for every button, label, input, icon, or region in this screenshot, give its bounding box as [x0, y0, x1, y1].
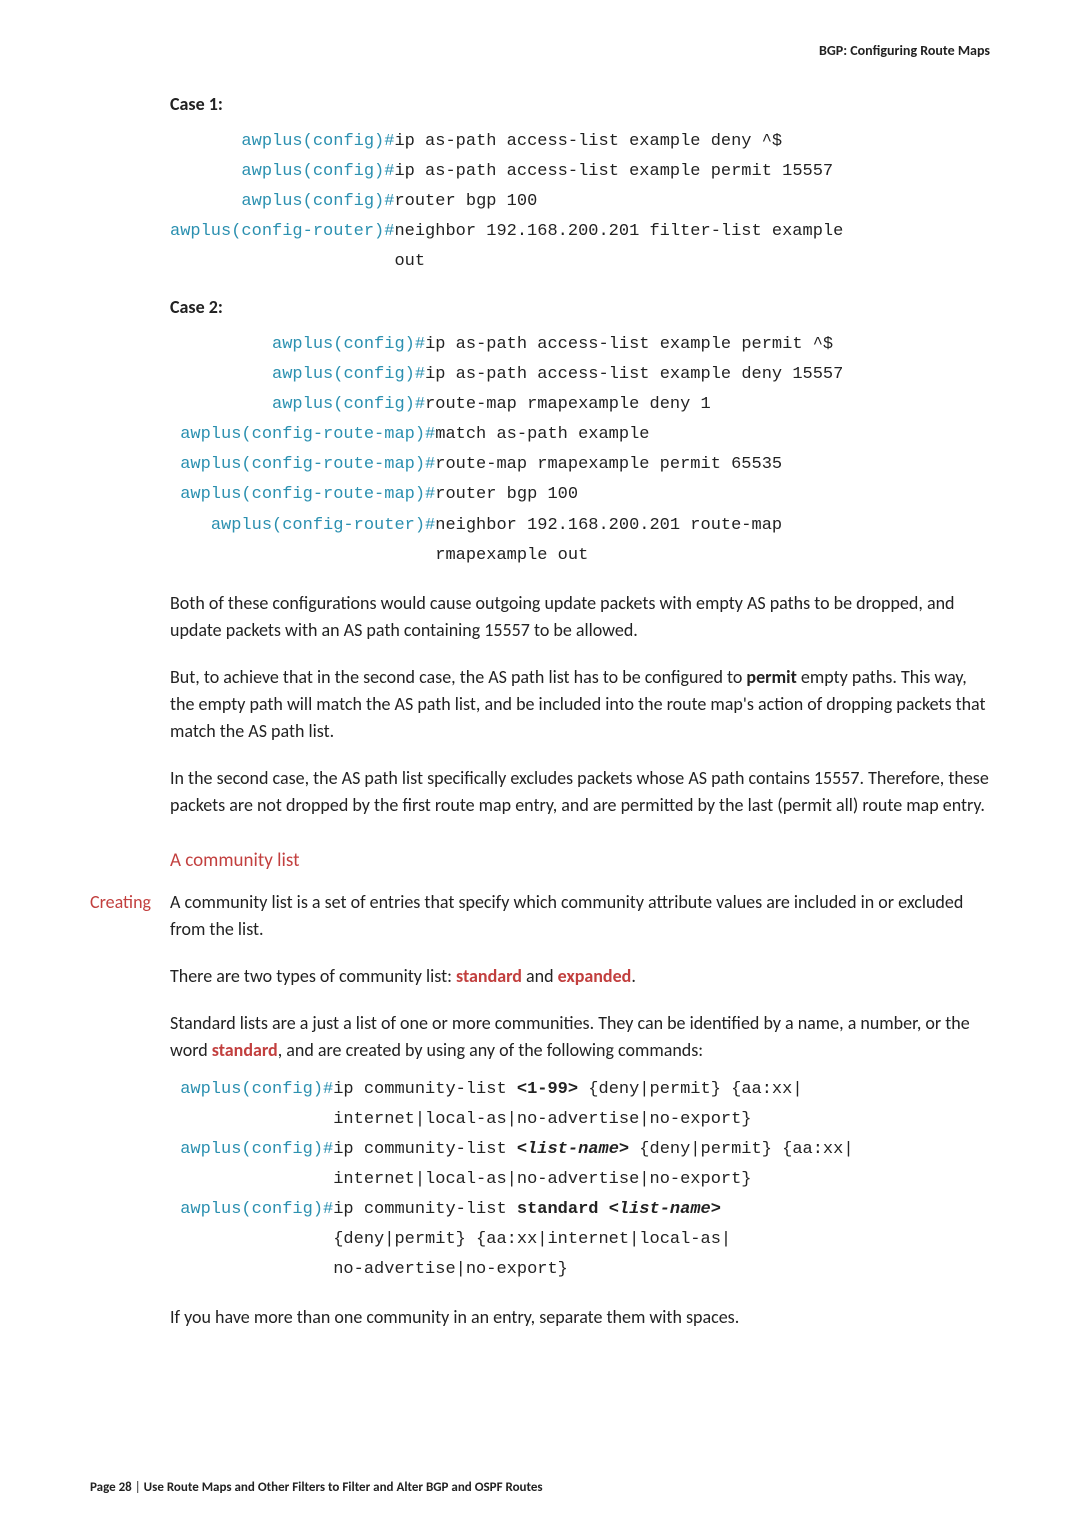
cmd-text: out: [394, 252, 425, 271]
cmd-keyword: standard: [517, 1200, 599, 1219]
body-paragraph: Both of these configurations would cause…: [170, 590, 990, 644]
cmd-text: no-advertise|no-export}: [333, 1260, 568, 1279]
cmd-text: {deny|permit} {aa:xx|: [578, 1080, 802, 1099]
prompt: awplus(config)#: [180, 1200, 333, 1219]
text: and: [522, 965, 558, 987]
cmd-text: internet|local-as|no-advertise|no-export…: [333, 1170, 751, 1189]
prompt: awplus(config-router)#: [170, 222, 394, 241]
case1-heading: Case 1:: [170, 91, 990, 118]
prompt: awplus(config-route-map)#: [180, 455, 435, 474]
margin-label-creating: Creating: [90, 889, 151, 916]
case2-block: awplus(config)#ip as-path access-list ex…: [170, 331, 990, 569]
prompt: awplus(config)#: [180, 1080, 333, 1099]
page-footer: Page 28 | Use Route Maps and Other Filte…: [90, 1478, 543, 1498]
cmd-text: rmapexample out: [435, 546, 588, 565]
cmd-text: router bgp 100: [394, 192, 537, 211]
prompt: awplus(config)#: [272, 395, 425, 414]
cmd-text: neighbor 192.168.200.201 filter-list exa…: [394, 222, 843, 241]
text: There are two types of community list:: [170, 965, 456, 987]
cmd-text: router bgp 100: [435, 485, 578, 504]
cmd-text: ip community-list: [333, 1140, 517, 1159]
page-number: 28: [119, 1480, 132, 1495]
keyword-standard: standard: [212, 1039, 278, 1061]
prompt: awplus(config-route-map)#: [180, 485, 435, 504]
footer-title: Use Route Maps and Other Filters to Filt…: [144, 1480, 543, 1495]
body-paragraph: There are two types of community list: s…: [170, 963, 990, 990]
footer-sep: |: [132, 1480, 144, 1495]
cmd-text: {deny|permit} {aa:xx|: [629, 1140, 853, 1159]
cmd-arg: <list-name>: [609, 1200, 721, 1219]
page-label: Page: [90, 1480, 119, 1495]
case1-block: awplus(config)#ip as-path access-list ex…: [170, 128, 990, 276]
prompt: awplus(config)#: [241, 132, 394, 151]
cmd-text: neighbor 192.168.200.201 route-map: [435, 516, 782, 535]
keyword-expanded: expanded: [558, 965, 632, 987]
commands-block: awplus(config)#ip community-list <1-99> …: [170, 1076, 990, 1284]
prompt: awplus(config)#: [241, 162, 394, 181]
prompt: awplus(config)#: [180, 1140, 333, 1159]
text: .: [631, 965, 636, 987]
cmd-text: internet|local-as|no-advertise|no-export…: [333, 1110, 751, 1129]
prompt: awplus(config)#: [241, 192, 394, 211]
keyword-standard: standard: [456, 965, 522, 987]
body-paragraph: Standard lists are a just a list of one …: [170, 1010, 990, 1064]
prompt: awplus(config-router)#: [211, 516, 435, 535]
cmd-text: ip as-path access-list example permit ^$: [425, 335, 833, 354]
cmd-text: ip as-path access-list example deny 1555…: [425, 365, 843, 384]
cmd-text: ip community-list: [333, 1080, 517, 1099]
text: , and are created by using any of the fo…: [278, 1039, 703, 1061]
cmd-text: ip as-path access-list example deny ^$: [394, 132, 782, 151]
prompt: awplus(config)#: [272, 335, 425, 354]
cmd-text: ip as-path access-list example permit 15…: [394, 162, 833, 181]
bold-text: permit: [746, 666, 796, 688]
case2-heading: Case 2:: [170, 294, 990, 321]
cmd-text: ip community-list: [333, 1200, 517, 1219]
body-paragraph: If you have more than one community in a…: [170, 1304, 990, 1331]
section-heading: A community list: [170, 847, 990, 876]
cmd-text: route-map rmapexample permit 65535: [435, 455, 782, 474]
cmd-text: route-map rmapexample deny 1: [425, 395, 711, 414]
cmd-text: match as-path example: [435, 425, 649, 444]
body-paragraph: But, to achieve that in the second case,…: [170, 664, 990, 745]
cmd-text: [599, 1200, 609, 1219]
cmd-arg: <1-99>: [517, 1080, 578, 1099]
prompt: awplus(config-route-map)#: [180, 425, 435, 444]
text: But, to achieve that in the second case,…: [170, 666, 746, 688]
prompt: awplus(config)#: [272, 365, 425, 384]
cmd-arg: <list-name>: [517, 1140, 629, 1159]
body-paragraph: A community list is a set of entries tha…: [170, 889, 990, 943]
body-paragraph: In the second case, the AS path list spe…: [170, 765, 990, 819]
page-header-right: BGP: Configuring Route Maps: [170, 40, 990, 61]
cmd-text: {deny|permit} {aa:xx|internet|local-as|: [333, 1230, 731, 1249]
